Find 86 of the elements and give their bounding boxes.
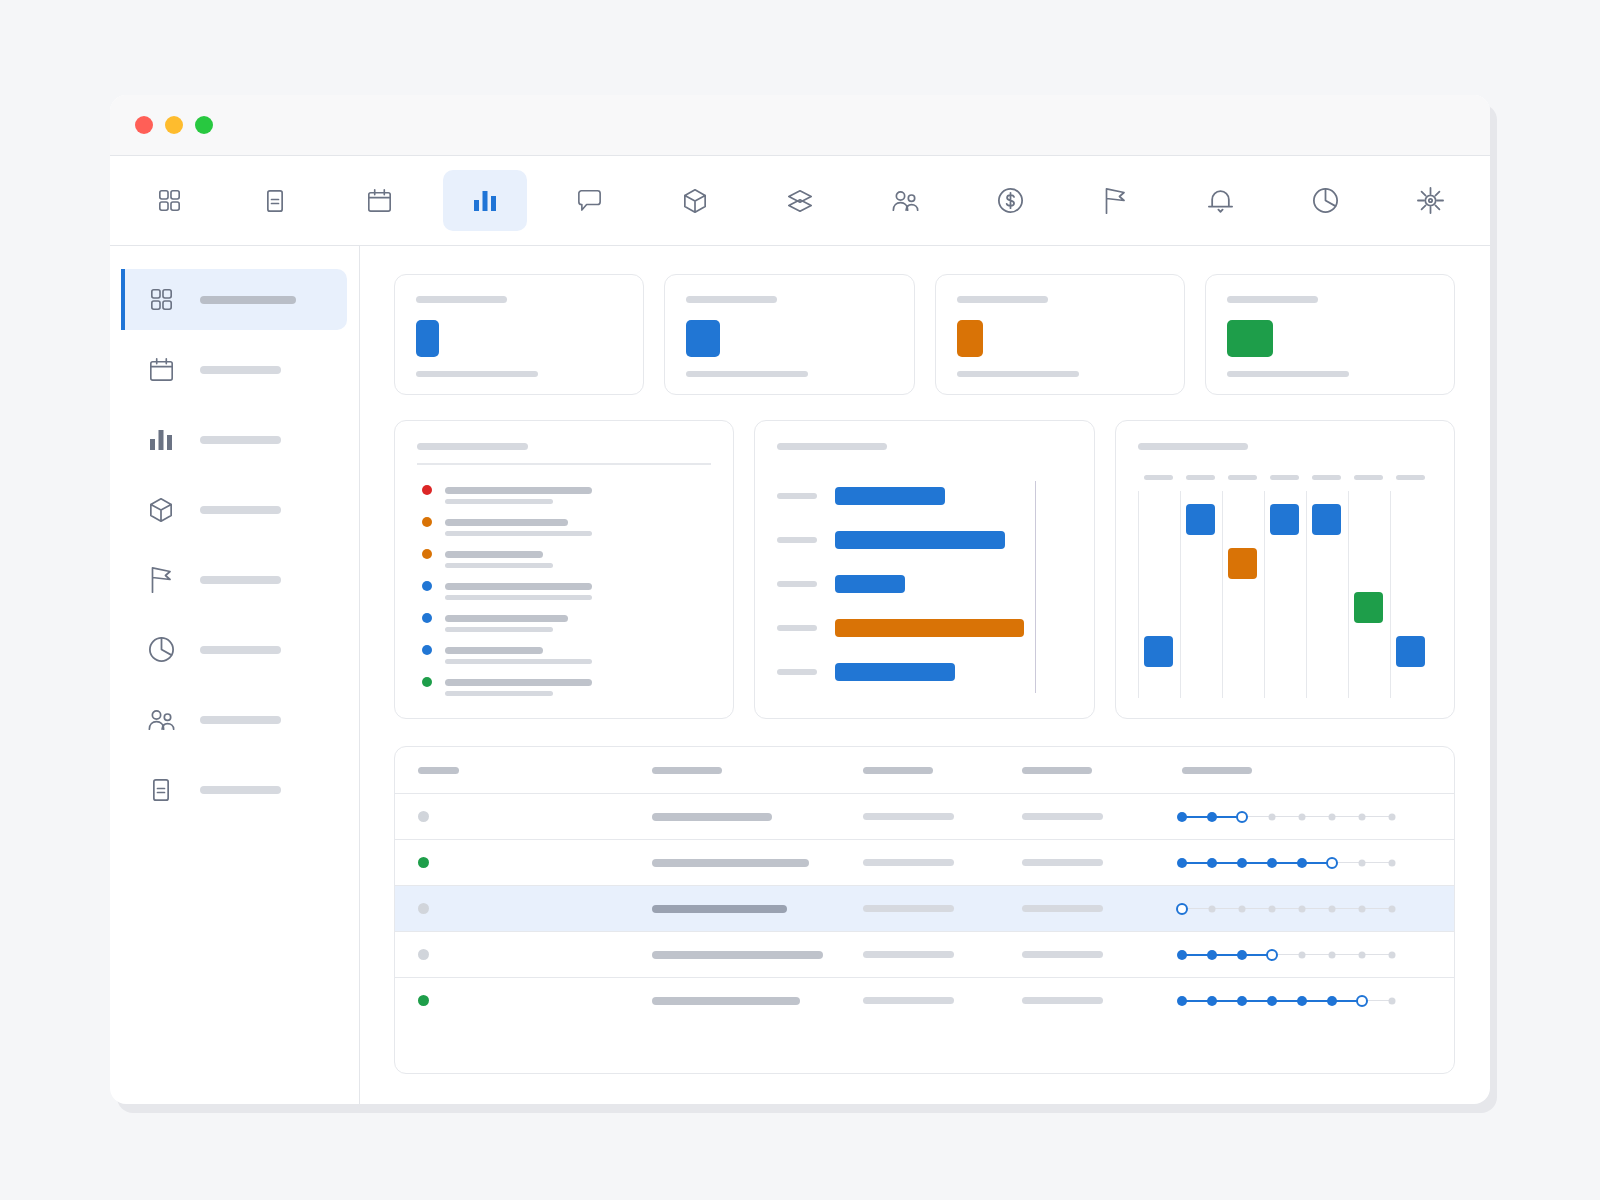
step-dot-icon bbox=[1298, 951, 1306, 958]
text-placeholder bbox=[777, 537, 818, 543]
table-row[interactable] bbox=[395, 886, 1454, 932]
step-dot-icon bbox=[1177, 811, 1187, 822]
step-dot-icon bbox=[1237, 949, 1247, 960]
pie-chart-icon bbox=[148, 637, 174, 662]
text-placeholder bbox=[1228, 475, 1258, 480]
chat-bubble-icon bbox=[578, 190, 602, 211]
step-dot-icon bbox=[1268, 905, 1276, 912]
users-icon bbox=[891, 190, 919, 211]
step-dot-icon bbox=[1388, 951, 1396, 958]
text-placeholder bbox=[777, 669, 818, 675]
text-placeholder bbox=[1022, 766, 1092, 774]
step-dot-icon bbox=[1238, 905, 1246, 912]
bar-chart-icon bbox=[473, 190, 496, 211]
step-dot-icon bbox=[1207, 995, 1217, 1006]
users-icon bbox=[147, 709, 175, 730]
text-placeholder bbox=[1144, 475, 1174, 480]
step-dot-icon bbox=[1358, 813, 1366, 820]
sidebar-item[interactable] bbox=[121, 269, 347, 330]
step-dot-icon bbox=[1388, 905, 1396, 912]
text-placeholder bbox=[1270, 475, 1300, 480]
bar-chart-icon bbox=[150, 429, 172, 450]
text-placeholder bbox=[777, 493, 818, 499]
text-placeholder bbox=[652, 766, 722, 774]
step-dot-icon bbox=[1177, 949, 1187, 960]
document-icon bbox=[153, 778, 169, 801]
event-block[interactable] bbox=[1353, 591, 1383, 623]
bell-icon bbox=[1207, 188, 1233, 213]
step-dot-icon bbox=[1208, 905, 1216, 912]
sun-icon bbox=[1416, 187, 1444, 214]
zoom-button[interactable] bbox=[195, 116, 213, 134]
event-block[interactable] bbox=[1143, 635, 1173, 667]
pie-chart-icon bbox=[1312, 188, 1338, 213]
step-dot-icon bbox=[1328, 813, 1336, 820]
cube-icon bbox=[683, 188, 706, 213]
flag-icon bbox=[151, 566, 171, 593]
step-dot-icon bbox=[1388, 997, 1396, 1004]
dollar-icon bbox=[997, 188, 1023, 213]
step-dot-icon bbox=[1358, 905, 1366, 912]
flag-icon bbox=[1105, 187, 1126, 214]
step-dot-icon bbox=[1328, 905, 1336, 912]
step-dot-icon bbox=[1298, 813, 1306, 820]
layers-icon bbox=[788, 189, 812, 212]
event-block[interactable] bbox=[1311, 503, 1341, 535]
document-icon bbox=[266, 189, 283, 212]
step-dot-icon bbox=[1237, 995, 1247, 1006]
cube-icon bbox=[150, 497, 172, 522]
step-dot-icon bbox=[1358, 951, 1366, 958]
event-block[interactable] bbox=[1395, 635, 1425, 667]
step-dot-icon bbox=[1177, 857, 1187, 868]
step-dot-icon bbox=[1267, 857, 1277, 868]
step-dot-icon bbox=[1207, 949, 1217, 960]
calendar-icon bbox=[368, 189, 392, 212]
calendar-icon bbox=[149, 358, 173, 381]
step-dot-icon bbox=[1358, 859, 1366, 866]
text-placeholder bbox=[1312, 475, 1342, 480]
step-dot-icon bbox=[1267, 995, 1277, 1006]
step-dot-icon bbox=[1388, 859, 1396, 866]
close-button[interactable] bbox=[135, 116, 153, 134]
text-placeholder bbox=[863, 766, 933, 774]
event-block[interactable] bbox=[1185, 503, 1215, 535]
text-placeholder bbox=[1186, 475, 1216, 480]
step-dot-icon bbox=[1297, 995, 1307, 1006]
text-placeholder bbox=[1354, 475, 1384, 480]
step-dot-icon bbox=[1207, 857, 1217, 868]
step-dot-icon bbox=[1268, 813, 1276, 820]
grid-icon bbox=[159, 190, 181, 211]
toolbar-button[interactable] bbox=[442, 170, 527, 231]
step-dot-icon bbox=[1297, 857, 1307, 868]
text-placeholder bbox=[1396, 475, 1426, 480]
text-placeholder bbox=[777, 625, 818, 631]
text-placeholder bbox=[418, 766, 459, 774]
step-dot-icon bbox=[1177, 995, 1187, 1006]
step-dot-icon bbox=[1328, 951, 1336, 958]
event-block[interactable] bbox=[1227, 547, 1257, 579]
step-dot-icon bbox=[1327, 995, 1337, 1006]
event-block[interactable] bbox=[1269, 503, 1299, 535]
step-dot-icon bbox=[1298, 905, 1306, 912]
minimize-button[interactable] bbox=[165, 116, 183, 134]
step-dot-icon bbox=[1388, 813, 1396, 820]
step-dot-icon bbox=[1237, 857, 1247, 868]
step-dot-icon bbox=[1207, 811, 1217, 822]
text-placeholder bbox=[1182, 766, 1252, 774]
text-placeholder bbox=[777, 581, 818, 587]
grid-icon bbox=[150, 289, 172, 310]
